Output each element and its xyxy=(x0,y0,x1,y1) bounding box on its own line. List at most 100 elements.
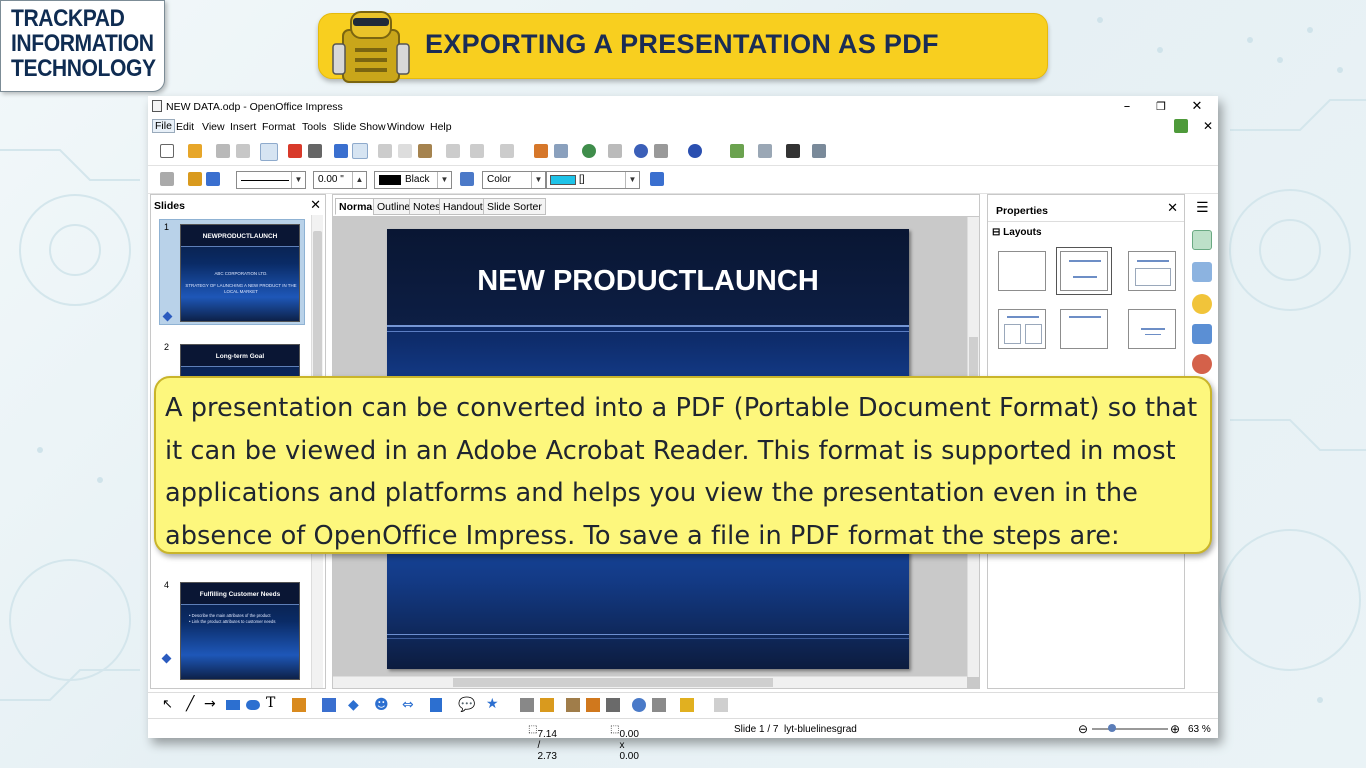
zoom-out-icon[interactable]: ⊖ xyxy=(1078,722,1088,736)
undo-icon[interactable] xyxy=(470,144,484,158)
menu-edit[interactable]: Edit xyxy=(176,121,194,133)
zoom-level[interactable]: 63 % xyxy=(1188,724,1211,735)
menu-help[interactable]: Help xyxy=(430,121,452,133)
chart-icon[interactable] xyxy=(534,144,548,158)
copy-icon[interactable] xyxy=(398,144,412,158)
block-arrows-icon[interactable]: ⇔ xyxy=(402,697,414,713)
email-icon[interactable] xyxy=(236,144,250,158)
maximize-button[interactable]: ❐ xyxy=(1146,98,1176,116)
close-document-button[interactable]: ✕ xyxy=(1203,119,1213,133)
area-style-select[interactable]: Color ▼ xyxy=(482,171,546,189)
gallery-icon[interactable] xyxy=(586,698,600,712)
menu-slide-show[interactable]: Slide Show xyxy=(333,121,386,133)
points-icon[interactable] xyxy=(520,698,534,712)
fontwork-icon[interactable] xyxy=(540,698,554,712)
tab-handout[interactable]: Handout xyxy=(439,198,487,215)
save-icon[interactable] xyxy=(216,144,230,158)
help-icon[interactable] xyxy=(688,144,702,158)
area-fill-select[interactable]: [] ▼ xyxy=(546,171,640,189)
menu-insert[interactable]: Insert xyxy=(230,121,256,133)
autospellcheck-icon[interactable] xyxy=(352,143,368,159)
arrow-style-icon[interactable] xyxy=(206,172,220,186)
menu-view[interactable]: View xyxy=(202,121,225,133)
slides-pane-close-button[interactable]: ✕ xyxy=(310,197,321,213)
menu-format[interactable]: Format xyxy=(262,121,295,133)
menu-tools[interactable]: Tools xyxy=(302,121,327,133)
open-icon[interactable] xyxy=(188,144,202,158)
line-width-field[interactable]: 0.00 " ▲ xyxy=(313,171,367,189)
zoom-in-icon[interactable]: ⊕ xyxy=(1170,722,1180,736)
layout-title-top[interactable] xyxy=(1060,309,1108,349)
callouts-icon[interactable]: 💬 xyxy=(458,697,475,713)
slide-thumbnail-1[interactable]: 1 NEWPRODUCTLAUNCH ABC CORPORATION LTD. … xyxy=(159,219,305,325)
align-icon[interactable] xyxy=(652,698,666,712)
symbol-shapes-icon[interactable]: ☻ xyxy=(374,697,389,713)
menu-window[interactable]: Window xyxy=(387,121,424,133)
zoom-icon[interactable] xyxy=(654,144,668,158)
close-window-button[interactable]: ✕ xyxy=(1182,98,1212,116)
layout-centered-text[interactable] xyxy=(1128,309,1176,349)
zoom-slider[interactable] xyxy=(1092,728,1168,730)
cut-icon[interactable] xyxy=(378,144,392,158)
arrange-icon[interactable] xyxy=(680,698,694,712)
shadow-icon[interactable] xyxy=(650,172,664,186)
export-pdf-icon[interactable] xyxy=(288,144,302,158)
styles-icon[interactable] xyxy=(160,172,174,186)
editor-horizontal-scrollbar[interactable] xyxy=(333,676,967,688)
edit-file-icon[interactable] xyxy=(260,143,278,161)
flowchart-icon[interactable] xyxy=(430,698,442,712)
toggle-extrusion-icon[interactable] xyxy=(714,698,728,712)
spellcheck-icon[interactable] xyxy=(334,144,348,158)
layouts-section-header[interactable]: ⊟ Layouts xyxy=(992,227,1042,238)
layout-title-content[interactable] xyxy=(1056,247,1112,295)
slide-icon[interactable] xyxy=(730,144,744,158)
sidebar-menu-icon[interactable]: ☰ xyxy=(1196,200,1209,216)
rotate-icon[interactable] xyxy=(632,698,646,712)
layout-title-two-columns[interactable] xyxy=(998,309,1046,349)
slide-thumbnail-2[interactable]: 2 Long-term Goal xyxy=(159,339,305,379)
slide-title[interactable]: NEW PRODUCTLAUNCH xyxy=(387,265,909,298)
line-color-select[interactable]: Black ▼ xyxy=(374,171,452,189)
properties-deck-icon[interactable] xyxy=(1192,230,1212,250)
text-tool-icon[interactable]: T xyxy=(266,695,275,711)
minimize-button[interactable]: – xyxy=(1112,98,1142,116)
paste-icon[interactable] xyxy=(418,144,432,158)
extrusion-icon[interactable] xyxy=(606,698,620,712)
table-icon[interactable] xyxy=(554,144,568,158)
update-icon[interactable] xyxy=(1174,119,1188,133)
styles-gallery-icon[interactable] xyxy=(1192,354,1212,374)
clone-formatting-icon[interactable] xyxy=(446,144,460,158)
line-tool-icon[interactable]: ╱ xyxy=(186,696,194,712)
print-icon[interactable] xyxy=(308,144,322,158)
slide-show-icon[interactable] xyxy=(812,144,826,158)
ellipse-tool-icon[interactable] xyxy=(246,700,260,710)
navigator-icon[interactable] xyxy=(634,144,648,158)
slide-layout-icon[interactable] xyxy=(758,144,772,158)
new-icon[interactable] xyxy=(160,144,174,158)
rectangle-tool-icon[interactable] xyxy=(226,700,240,710)
master-pages-icon[interactable] xyxy=(1192,262,1212,282)
grid-icon[interactable] xyxy=(608,144,622,158)
redo-icon[interactable] xyxy=(500,144,514,158)
zoom-slider-handle[interactable] xyxy=(1108,724,1116,732)
line-style-select[interactable]: ▼ xyxy=(236,171,306,189)
arrow-tool-icon[interactable]: → xyxy=(204,696,216,712)
custom-animation-icon[interactable] xyxy=(1192,294,1212,314)
properties-close-button[interactable]: ✕ xyxy=(1167,201,1178,216)
layout-blank[interactable] xyxy=(998,251,1046,291)
curve-tool-icon[interactable] xyxy=(292,698,306,712)
area-icon[interactable] xyxy=(460,172,474,186)
stars-icon[interactable]: ★ xyxy=(486,696,499,712)
slide-transition-icon[interactable] xyxy=(1192,324,1212,344)
slide-design-icon[interactable] xyxy=(786,144,800,158)
line-icon[interactable] xyxy=(188,172,202,186)
basic-shapes-icon[interactable]: ◆ xyxy=(348,697,359,713)
hyperlink-icon[interactable] xyxy=(582,144,596,158)
menu-file[interactable]: File xyxy=(152,119,175,133)
slide-thumbnail-4[interactable]: 4 Fulfilling Customer Needs • Describe t… xyxy=(159,577,305,683)
connector-tool-icon[interactable] xyxy=(322,698,336,712)
select-arrow-icon[interactable]: ↖ xyxy=(162,697,173,712)
layout-title-only[interactable] xyxy=(1128,251,1176,291)
tab-slide-sorter[interactable]: Slide Sorter xyxy=(483,198,546,215)
from-file-icon[interactable] xyxy=(566,698,580,712)
